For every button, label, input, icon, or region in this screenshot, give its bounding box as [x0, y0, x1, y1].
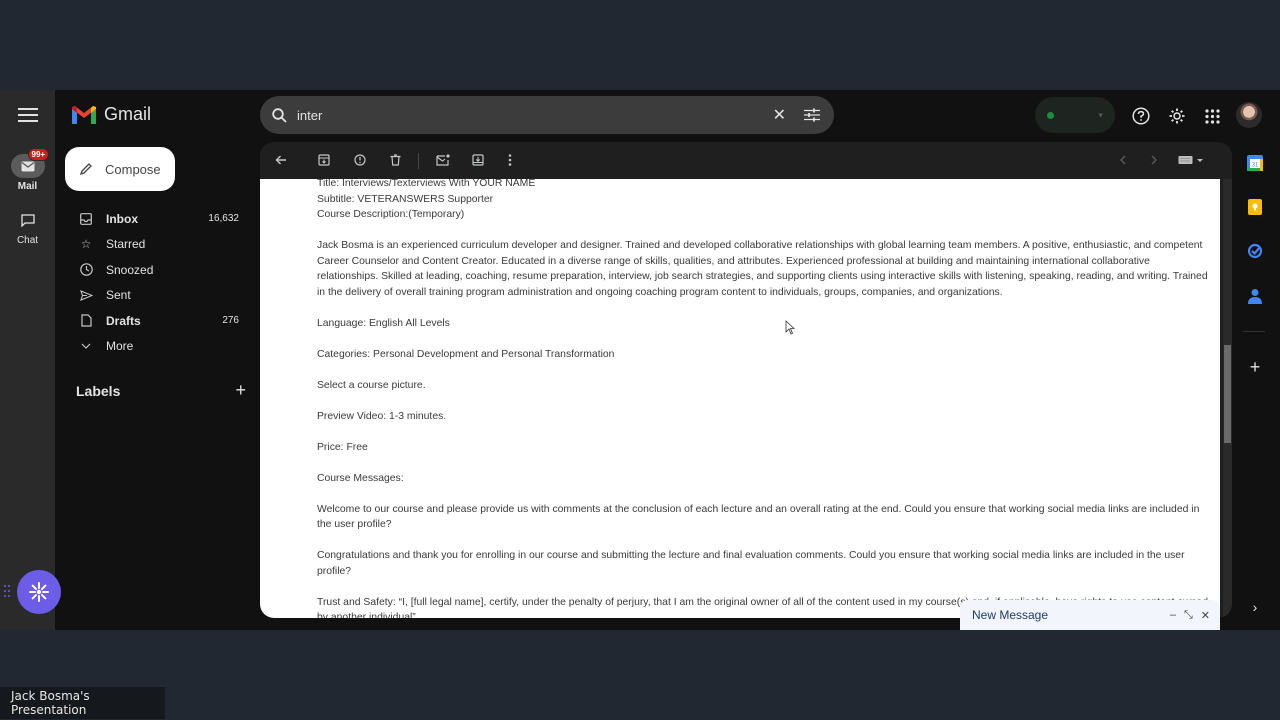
labels-section: Labels + — [76, 380, 246, 401]
nav-item-inbox[interactable]: Inbox 16,632 — [55, 206, 255, 232]
rail-label-chat: Chat — [16, 235, 39, 246]
gmail-window: 99+ Mail Chat Gmail Compose Inbox 16,632… — [0, 90, 1280, 630]
message-body: Title: Interviews/Texterviews With YOUR … — [260, 179, 1220, 618]
app-rail: 99+ Mail Chat — [0, 90, 55, 630]
nav-item-sent[interactable]: Sent — [55, 283, 255, 309]
email-document: Title: Interviews/Texterviews With YOUR … — [317, 179, 1209, 618]
sparkle-icon — [29, 582, 49, 602]
course-description-line: Course Description:(Temporary) — [317, 209, 465, 220]
draft-icon — [79, 314, 93, 328]
calendar-icon[interactable]: 31 — [1246, 154, 1264, 172]
chevron-down-icon — [79, 339, 93, 353]
nav-item-drafts[interactable]: Drafts 276 — [55, 308, 255, 334]
side-panel-divider — [1243, 331, 1265, 332]
toolbar-divider — [418, 153, 419, 169]
app-name: Gmail — [104, 104, 152, 124]
settings-gear-icon[interactable] — [1167, 106, 1187, 126]
chevron-down-icon: ▾ — [1098, 109, 1103, 120]
new-message-title: New Message — [972, 608, 1049, 622]
contacts-icon[interactable] — [1246, 287, 1264, 305]
welcome-message-paragraph: Welcome to our course and please provide… — [317, 503, 1200, 531]
nav-count: 276 — [222, 315, 239, 327]
presentation-caption: Jack Bosma's Presentation — [0, 687, 165, 719]
compose-button[interactable]: Compose — [65, 147, 175, 191]
congratulations-message-paragraph: Congratulations and thank you for enroll… — [317, 550, 1185, 577]
pencil-icon — [79, 163, 92, 176]
back-arrow-icon[interactable] — [273, 152, 289, 168]
svg-text:31: 31 — [1252, 163, 1259, 169]
search-options-icon[interactable] — [804, 108, 820, 122]
rail-item-chat[interactable]: Chat — [0, 208, 55, 246]
price-line: Price: Free — [317, 441, 368, 453]
inbox-icon — [79, 212, 93, 226]
nav-label: Snoozed — [106, 262, 154, 277]
gmail-logo[interactable]: Gmail — [72, 104, 151, 125]
clock-icon — [79, 263, 93, 277]
folder-nav: Inbox 16,632 ☆ Starred Snoozed Sent Draf… — [55, 206, 255, 359]
new-message-minimized[interactable]: New Message – ⤡ ✕ — [960, 600, 1220, 630]
nav-label: Inbox — [106, 211, 138, 226]
rail-item-mail[interactable]: 99+ Mail — [0, 148, 55, 192]
tasks-icon[interactable] — [1246, 242, 1264, 260]
course-messages-heading: Course Messages: — [317, 472, 404, 484]
star-icon: ☆ — [80, 237, 92, 252]
nav-label: More — [106, 339, 134, 354]
nav-label: Starred — [106, 237, 146, 252]
report-spam-icon[interactable] — [352, 152, 368, 168]
main-menu-icon[interactable] — [18, 108, 38, 122]
bio-paragraph: Jack Bosma is an experienced curriculum … — [317, 240, 1208, 298]
add-label-button[interactable]: + — [235, 380, 246, 401]
course-subtitle-line: Subtitle: VETERANSWERS Supporter — [317, 193, 494, 205]
input-tools-keyboard-icon[interactable] — [1178, 152, 1204, 168]
nav-label: Sent — [106, 288, 131, 303]
nav-item-starred[interactable]: ☆ Starred — [55, 232, 255, 258]
account-avatar[interactable] — [1236, 102, 1262, 128]
nav-item-snoozed[interactable]: Snoozed — [55, 257, 255, 283]
newer-message-icon[interactable] — [1115, 152, 1131, 168]
unread-badge: 99+ — [27, 148, 50, 161]
get-addons-plus-icon[interactable]: + — [1246, 357, 1264, 377]
move-to-icon[interactable] — [470, 152, 486, 168]
nav-item-more[interactable]: More — [55, 334, 255, 360]
scrollbar-thumb[interactable] — [1224, 345, 1231, 443]
nav-label: Drafts — [106, 313, 141, 328]
assistant-button[interactable] — [17, 570, 61, 614]
status-selector[interactable]: ▾ — [1035, 97, 1115, 133]
apps-grid-icon[interactable] — [1202, 106, 1222, 126]
rail-label-mail: Mail — [17, 181, 38, 192]
mark-unread-icon[interactable] — [435, 152, 451, 168]
gmail-m-icon — [72, 105, 96, 124]
expand-side-panel-icon[interactable]: › — [1246, 598, 1264, 616]
older-message-icon[interactable] — [1146, 152, 1162, 168]
send-icon — [79, 288, 93, 302]
mouse-cursor-icon — [785, 320, 795, 335]
more-options-icon[interactable] — [502, 152, 518, 168]
compose-label: Compose — [105, 161, 161, 177]
message-toolbar — [260, 142, 1232, 179]
status-dot — [1047, 111, 1054, 119]
language-line: Language: English All Levels — [317, 317, 450, 329]
keep-notes-icon[interactable] — [1246, 198, 1264, 216]
message-scrollbar[interactable] — [1223, 179, 1232, 618]
minimize-icon[interactable]: – — [1170, 609, 1176, 621]
close-icon[interactable]: ✕ — [1201, 609, 1210, 622]
archive-icon[interactable] — [316, 152, 332, 168]
nav-count: 16,632 — [208, 213, 239, 225]
help-icon[interactable] — [1131, 106, 1151, 126]
clear-search-icon[interactable]: ✕ — [773, 105, 786, 125]
delete-trash-icon[interactable] — [387, 152, 403, 168]
search-bar: ✕ — [260, 96, 834, 134]
chat-icon — [20, 213, 35, 227]
mail-icon — [21, 161, 34, 171]
search-icon[interactable] — [272, 107, 287, 123]
preview-video-line: Preview Video: 1-3 minutes. — [317, 410, 447, 422]
drag-handle[interactable] — [4, 585, 12, 599]
labels-heading: Labels — [76, 382, 121, 399]
exit-fullscreen-icon[interactable]: ⤡ — [1184, 609, 1193, 622]
course-picture-line: Select a course picture. — [317, 379, 426, 391]
categories-line: Categories: Personal Development and Per… — [317, 348, 615, 360]
message-panel: Title: Interviews/Texterviews With YOUR … — [260, 142, 1232, 618]
search-input[interactable] — [297, 107, 773, 123]
course-title-line: Title: Interviews/Texterviews With YOUR … — [317, 179, 536, 189]
